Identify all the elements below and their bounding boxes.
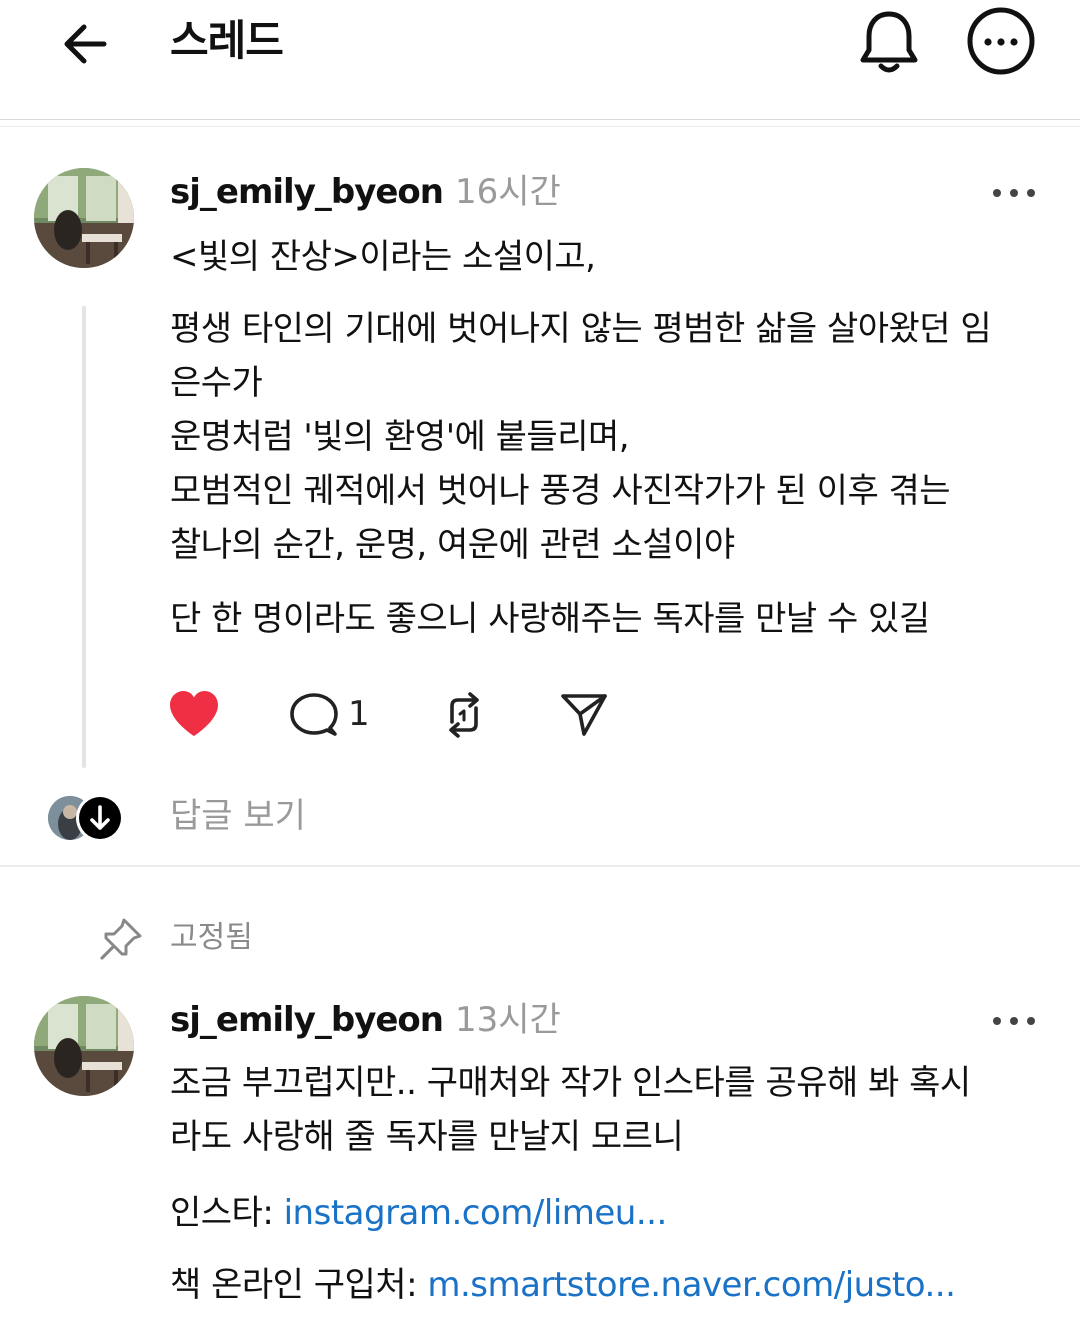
post-text-line: 라도 사랑해 줄 독자를 만날지 모르니 bbox=[170, 1117, 684, 1157]
header-divider bbox=[0, 119, 1080, 120]
pinned-label: 고정됨 bbox=[170, 920, 253, 955]
more-options-icon[interactable] bbox=[990, 1011, 1040, 1031]
bell-icon[interactable] bbox=[856, 6, 922, 76]
post-text-line: 조금 부끄럽지만.. 구매처와 작가 인스타를 공유해 봐 혹시 bbox=[170, 1063, 971, 1103]
page-title: 스레드 bbox=[170, 16, 284, 65]
avatar-photo bbox=[34, 996, 134, 1096]
more-circle-icon[interactable] bbox=[966, 6, 1036, 76]
post-text-line: <빛의 잔상>이라는 소설이고, bbox=[170, 237, 596, 277]
avatar[interactable] bbox=[34, 996, 134, 1096]
post-header: sj_emily_byeon 13시간 bbox=[170, 998, 561, 1042]
post-text-line: 찰나의 순간, 운명, 여운에 관련 소설이야 bbox=[170, 525, 735, 565]
username[interactable]: sj_emily_byeon bbox=[170, 172, 444, 212]
view-replies-link[interactable]: 답글 보기 bbox=[170, 794, 306, 838]
post-text-line: 단 한 명이라도 좋으니 사랑해주는 독자를 만날 수 있길 bbox=[170, 599, 930, 639]
header-divider-2 bbox=[0, 126, 1080, 127]
post-header: sj_emily_byeon 16시간 bbox=[170, 170, 561, 214]
avatar-photo bbox=[34, 168, 134, 268]
comment-count: 1 bbox=[348, 694, 370, 734]
store-line: 책 온라인 구입처: m.smartstore.naver.com/justo.… bbox=[170, 1258, 956, 1312]
store-label: 책 온라인 구입처: bbox=[170, 1265, 428, 1305]
send-icon[interactable] bbox=[560, 692, 608, 738]
heart-icon[interactable] bbox=[168, 690, 220, 738]
post-text-line: 평생 타인의 기대에 벗어나지 않는 평범한 삶을 살아왔던 임 bbox=[170, 309, 992, 349]
arrow-down-icon bbox=[79, 797, 121, 839]
timestamp: 13시간 bbox=[454, 1000, 561, 1040]
instagram-line: 인스타: instagram.com/limeu... bbox=[170, 1186, 667, 1240]
instagram-link[interactable]: instagram.com/limeu... bbox=[284, 1193, 668, 1233]
post-text-line: 모범적인 궤적에서 벗어나 풍경 사진작가가 된 이후 겪는 bbox=[170, 471, 951, 511]
post-text-line: 운명처럼 '빛의 환영'에 붙들리며, bbox=[170, 417, 630, 457]
avatar[interactable] bbox=[34, 168, 134, 268]
comment-icon[interactable] bbox=[290, 692, 338, 738]
pin-icon bbox=[100, 918, 142, 960]
timestamp: 16시간 bbox=[454, 172, 561, 212]
top-bar: 스레드 bbox=[0, 0, 1080, 118]
post-text-line: 은수가 bbox=[170, 363, 263, 403]
instagram-label: 인스타: bbox=[170, 1193, 284, 1233]
store-link[interactable]: m.smartstore.naver.com/justo... bbox=[427, 1265, 956, 1305]
thread-line bbox=[82, 306, 86, 768]
repost-icon[interactable] bbox=[440, 692, 488, 738]
more-options-icon[interactable] bbox=[990, 183, 1040, 203]
arrow-left-icon[interactable] bbox=[56, 14, 116, 74]
post-separator bbox=[0, 865, 1080, 867]
username[interactable]: sj_emily_byeon bbox=[170, 1000, 444, 1040]
